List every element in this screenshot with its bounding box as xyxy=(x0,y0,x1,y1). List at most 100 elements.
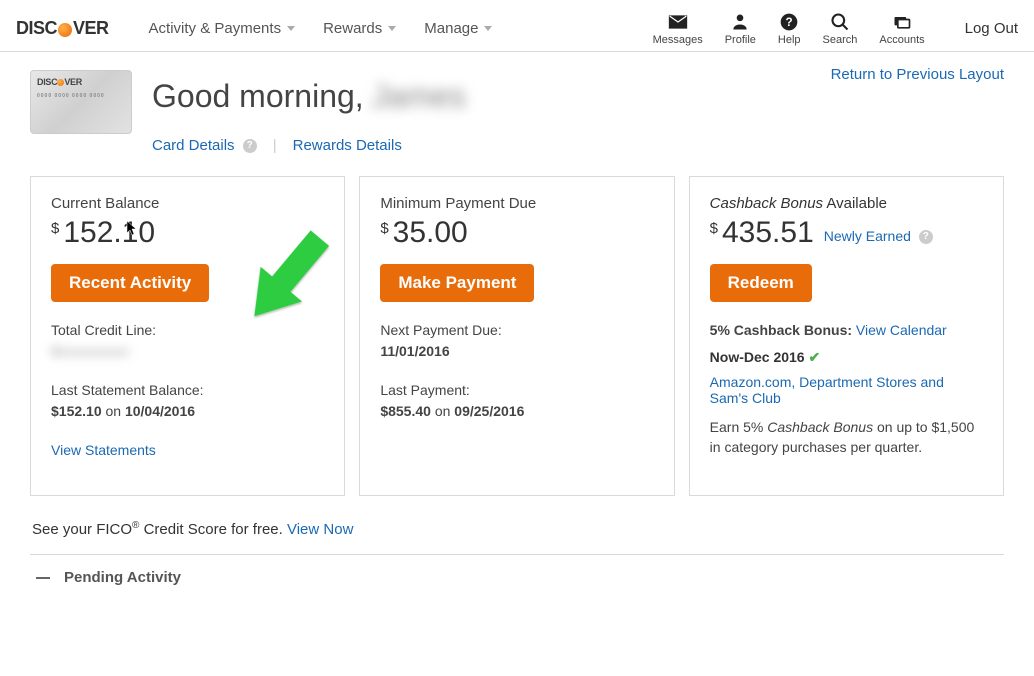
card-digits: 0000 0000 0000 0000 xyxy=(37,93,125,99)
chevron-down-icon xyxy=(388,26,396,31)
help-icon[interactable]: ? Help xyxy=(778,12,801,46)
view-calendar-link[interactable]: View Calendar xyxy=(856,322,947,338)
dollar-sign: $ xyxy=(710,220,718,237)
period-text: Now-Dec 2016 xyxy=(710,349,805,365)
nav-manage[interactable]: Manage xyxy=(424,20,492,37)
credit-line: Total Credit Line: $xxxxxxxxxx xyxy=(51,320,324,362)
recent-activity-button[interactable]: Recent Activity xyxy=(51,264,209,302)
brand-logo[interactable]: DISC VER xyxy=(16,18,109,39)
envelope-icon xyxy=(668,12,688,32)
view-statements-link[interactable]: View Statements xyxy=(51,442,156,458)
summary-panels: Current Balance $ 152.10 Recent Activity… xyxy=(30,176,1004,496)
nav-label: Rewards xyxy=(323,20,382,37)
last-payment-date: 09/25/2016 xyxy=(454,403,524,419)
cashback-rest: Available xyxy=(823,195,887,212)
payment-panel: Minimum Payment Due $ 35.00 Make Payment… xyxy=(359,176,674,496)
chevron-down-icon xyxy=(484,26,492,31)
nav-activity-payments[interactable]: Activity & Payments xyxy=(149,20,296,37)
greeting-name: James xyxy=(372,78,466,115)
last-payment-label: Last Payment: xyxy=(380,382,470,398)
last-payment-amount: $855.40 xyxy=(380,403,431,419)
brand-text-pre: DISC xyxy=(16,18,57,39)
next-due-label: Next Payment Due: xyxy=(380,322,501,338)
nav-rewards[interactable]: Rewards xyxy=(323,20,396,37)
pending-label: Pending Activity xyxy=(64,569,181,586)
redeem-button[interactable]: Redeem xyxy=(710,264,812,302)
svg-text:?: ? xyxy=(786,16,793,29)
cashback-em: Cashback Bonus xyxy=(710,195,823,212)
on-text: on xyxy=(431,403,454,419)
top-nav: DISC VER Activity & Payments Rewards Man… xyxy=(0,0,1034,52)
icon-label: Messages xyxy=(653,34,703,46)
nav-icons: Messages Profile ? Help Search Accounts … xyxy=(653,12,1018,46)
search-icon xyxy=(830,12,850,32)
mini-post: VER xyxy=(64,77,82,87)
person-icon xyxy=(730,12,750,32)
checkmark-icon: ✔ xyxy=(808,349,820,365)
question-circle-icon: ? xyxy=(779,12,799,32)
nav-label: Activity & Payments xyxy=(149,20,282,37)
profile-icon[interactable]: Profile xyxy=(725,12,756,46)
last-stmt-date: 10/04/2016 xyxy=(125,403,195,419)
balance-panel: Current Balance $ 152.10 Recent Activity… xyxy=(30,176,345,496)
logout-link[interactable]: Log Out xyxy=(965,20,1018,37)
sublinks: Card Details ? | Rewards Details xyxy=(152,137,1004,154)
amount-value: 435.51 xyxy=(722,216,814,250)
cashback-title: Cashback Bonus Available xyxy=(710,195,983,212)
earn-pre: Earn 5% xyxy=(710,419,768,435)
cashback-categories-link[interactable]: Amazon.com, Department Stores and Sam's … xyxy=(710,374,944,406)
icon-label: Search xyxy=(823,34,858,46)
icon-label: Help xyxy=(778,34,801,46)
cards-icon xyxy=(892,12,912,32)
info-icon[interactable]: ? xyxy=(243,139,257,153)
nav-menus: Activity & Payments Rewards Manage xyxy=(149,20,493,37)
page-container: Return to Previous Layout DISC VER 0000 … xyxy=(0,52,1034,606)
info-icon[interactable]: ? xyxy=(919,230,933,244)
card-mini-logo: DISC VER xyxy=(37,77,125,87)
search-icon-btn[interactable]: Search xyxy=(823,12,858,46)
rewards-details-link[interactable]: Rewards Details xyxy=(293,137,402,154)
earn-text: Earn 5% Cashback Bonus on up to $1,500 i… xyxy=(710,418,983,457)
collapse-icon xyxy=(36,577,50,579)
on-text: on xyxy=(102,403,125,419)
fico-prefix: See your FICO xyxy=(32,521,132,538)
fico-line: See your FICO® Credit Score for free. Vi… xyxy=(30,520,1004,538)
accounts-icon[interactable]: Accounts xyxy=(879,12,924,46)
card-image[interactable]: DISC VER 0000 0000 0000 0000 xyxy=(30,70,132,134)
fico-suffix: Credit Score for free. xyxy=(139,521,287,538)
nav-label: Manage xyxy=(424,20,478,37)
amount-value: 35.00 xyxy=(393,216,468,250)
separator: | xyxy=(273,137,277,154)
chevron-down-icon xyxy=(287,26,295,31)
next-payment-due: Next Payment Due: 11/01/2016 xyxy=(380,320,653,362)
dollar-sign: $ xyxy=(51,220,59,237)
payment-title: Minimum Payment Due xyxy=(380,195,653,212)
promo-label: 5% Cashback Bonus: xyxy=(710,322,856,338)
pending-activity-toggle[interactable]: Pending Activity xyxy=(30,554,1004,606)
return-previous-layout-link[interactable]: Return to Previous Layout xyxy=(831,66,1004,83)
card-details-link[interactable]: Card Details xyxy=(152,137,235,154)
brand-text-post: VER xyxy=(73,18,109,39)
greeting-prefix: Good morning, xyxy=(152,78,364,115)
fico-view-now-link[interactable]: View Now xyxy=(287,521,353,538)
amount-value: 152.10 xyxy=(63,216,155,250)
mini-o-icon xyxy=(57,79,64,86)
last-statement: Last Statement Balance: $152.10 on 10/04… xyxy=(51,380,324,422)
cashback-period: Now-Dec 2016 ✔ xyxy=(710,349,983,366)
messages-icon[interactable]: Messages xyxy=(653,12,703,46)
balance-title: Current Balance xyxy=(51,195,324,212)
last-stmt-amount: $152.10 xyxy=(51,403,102,419)
mini-pre: DISC xyxy=(37,77,57,87)
payment-amount: $ 35.00 xyxy=(380,216,653,250)
newly-earned-link[interactable]: Newly Earned ? xyxy=(824,228,933,250)
earn-em: Cashback Bonus xyxy=(767,419,873,435)
cashback-panel: Cashback Bonus Available $ 435.51 Newly … xyxy=(689,176,1004,496)
greeting: Good morning, James xyxy=(152,78,1004,115)
cashback-promo: 5% Cashback Bonus: View Calendar xyxy=(710,320,983,341)
last-payment: Last Payment: $855.40 on 09/25/2016 xyxy=(380,380,653,422)
make-payment-button[interactable]: Make Payment xyxy=(380,264,534,302)
dollar-sign: $ xyxy=(380,220,388,237)
balance-amount: $ 152.10 xyxy=(51,216,324,250)
last-stmt-label: Last Statement Balance: xyxy=(51,382,204,398)
cashback-amount: $ 435.51 xyxy=(710,216,814,250)
